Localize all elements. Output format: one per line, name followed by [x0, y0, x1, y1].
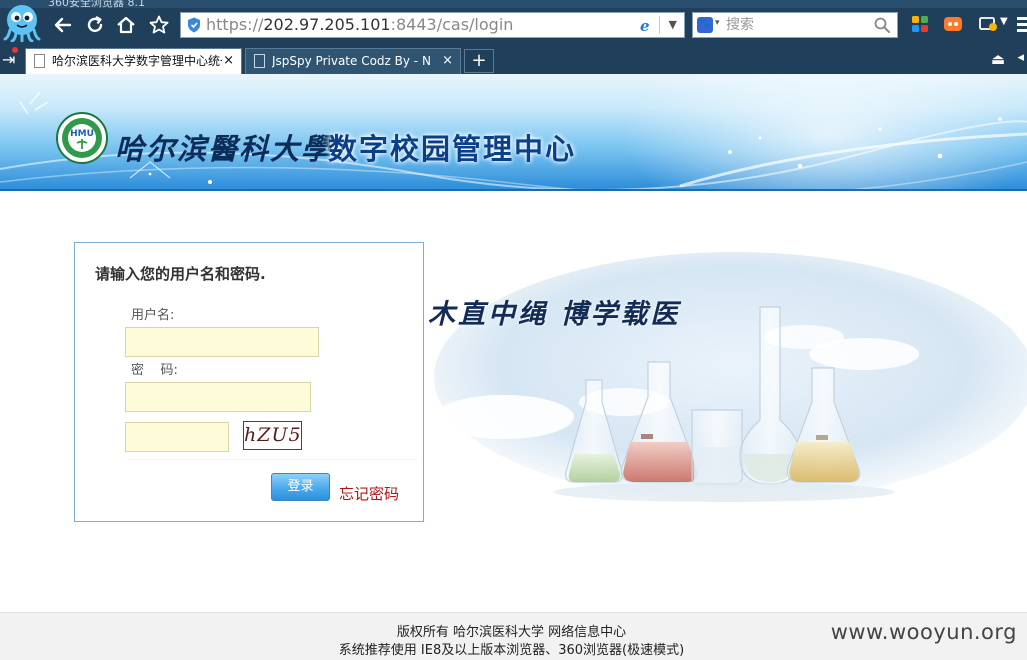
site-header-banner: HMU 哈尔滨醫科大學 数字校园管理中心 — [0, 74, 1027, 191]
address-divider — [659, 16, 660, 34]
page-icon — [34, 54, 45, 68]
username-label: 用户名: — [131, 308, 175, 323]
reload-icon — [87, 16, 103, 33]
address-url[interactable]: https://202.97.205.101:8443/cas/login — [206, 13, 513, 37]
new-tab-button[interactable]: + — [464, 49, 494, 73]
page-icon — [254, 54, 265, 68]
security-shield-icon[interactable] — [187, 17, 201, 33]
search-input[interactable]: 搜索 — [726, 13, 754, 37]
tab-scroll-icon[interactable]: ◂ — [1017, 50, 1024, 65]
tab-close-icon[interactable]: × — [442, 49, 453, 73]
url-path: :8443/cas/login — [390, 15, 514, 34]
captcha-image[interactable]: hZU5 — [243, 421, 302, 450]
tab-label: JspSpy Private Codz By - Ninty — [272, 54, 432, 68]
slogan: 木直中绳 博学载医 — [428, 299, 681, 330]
tab-label: 哈尔滨医科大学数字管理中心统一身份认证 — [52, 54, 222, 68]
system-name: 数字校园管理中心 — [328, 132, 577, 166]
url-host: 202.97.205.101 — [263, 15, 391, 34]
title-bar — [0, 0, 1027, 8]
tab-tools-icon[interactable]: ⏏ — [991, 50, 1005, 68]
login-title: 请输入您的用户名和密码. — [95, 265, 266, 283]
university-name: 哈尔滨醫科大學 — [115, 132, 333, 166]
svg-text:e: e — [640, 17, 650, 33]
tab-bar: ⇥ 哈尔滨医科大学数字管理中心统一身份认证 × JspSpy Private C… — [0, 46, 1027, 74]
ie-mode-icon[interactable]: e — [638, 17, 654, 33]
username-input[interactable] — [125, 327, 319, 357]
address-bar[interactable]: https://202.97.205.101:8443/cas/login e … — [180, 12, 685, 38]
back-button[interactable] — [50, 12, 76, 38]
lab-illustration: 木直中绳 博学载医 — [424, 242, 1027, 542]
apps-icon[interactable] — [910, 14, 930, 34]
captcha-input[interactable] — [125, 422, 229, 452]
screenshot-dropdown-icon[interactable]: ▼ — [1000, 16, 1008, 27]
menu-icon[interactable] — [1014, 14, 1027, 34]
window-title: 360安全浏览器 8.1 — [48, 0, 145, 9]
reload-button[interactable] — [82, 12, 108, 38]
search-engine-icon[interactable]: 🐾 — [697, 17, 713, 33]
address-dropdown-icon[interactable]: ▼ — [669, 17, 677, 33]
url-protocol: https:// — [206, 15, 264, 34]
home-icon — [117, 16, 135, 34]
watermark: www.wooyun.org — [830, 620, 1017, 644]
browser-logo-icon[interactable] — [2, 2, 42, 42]
panel-divider — [127, 459, 417, 460]
lab-glassware-image — [434, 252, 1027, 502]
tab-close-icon[interactable]: × — [223, 49, 234, 73]
star-icon — [149, 15, 169, 34]
browser-chrome: 360安全浏览器 8.1 https://202.97.205.101:8443… — [0, 0, 1027, 74]
password-input[interactable] — [125, 382, 311, 412]
login-button[interactable]: 登录 — [271, 473, 330, 501]
password-label: 密 码: — [131, 363, 178, 378]
logo-text: HMU — [70, 129, 94, 139]
login-panel: 请输入您的用户名和密码. 用户名: 密 码: hZU5 登录 忘记密码 — [74, 242, 424, 522]
forgot-password-link[interactable]: 忘记密码 — [339, 483, 399, 504]
search-icon[interactable] — [873, 16, 891, 34]
university-logo-icon: HMU — [56, 112, 108, 164]
home-button[interactable] — [113, 12, 139, 38]
screenshot-icon[interactable] — [978, 14, 998, 34]
tab-cas-login[interactable]: 哈尔滨医科大学数字管理中心统一身份认证 × — [25, 48, 242, 74]
notification-dot — [12, 47, 18, 53]
search-engine-dropdown-icon[interactable]: ▾ — [715, 18, 720, 28]
favorite-button[interactable] — [146, 12, 172, 38]
game-icon[interactable] — [943, 14, 963, 34]
back-arrow-icon — [54, 17, 72, 33]
search-bar[interactable]: 🐾 ▾ 搜索 — [692, 12, 898, 38]
tab-jspspy[interactable]: JspSpy Private Codz By - Ninty × — [245, 48, 461, 74]
